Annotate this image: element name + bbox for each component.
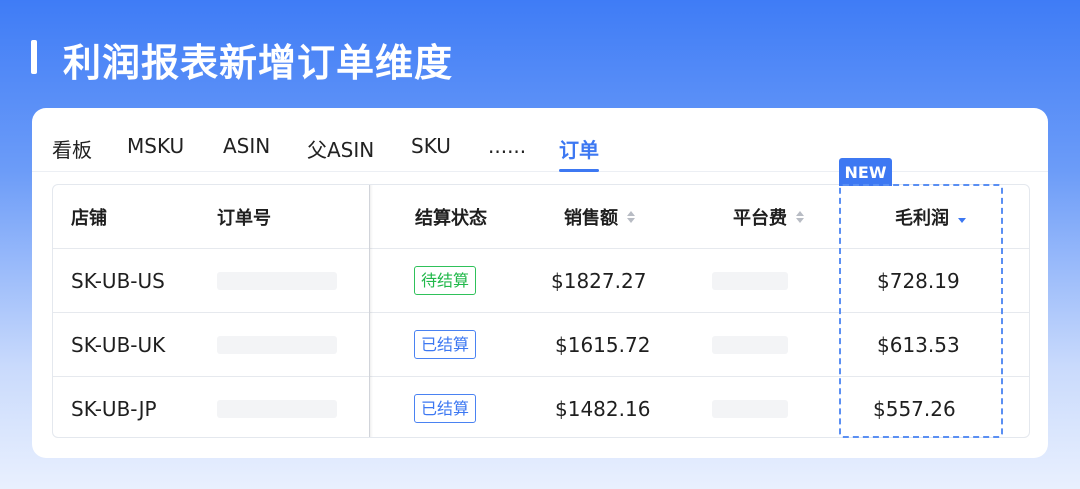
cell-order-no <box>217 249 337 312</box>
cell-order-no <box>217 377 337 437</box>
tab-parent-asin[interactable]: 父ASIN <box>307 134 374 172</box>
table-row[interactable]: SK-UB-JP 已结算 $1482.16 $557.26 <box>53 377 1029 437</box>
cell-order-no <box>217 313 337 376</box>
tab-msku[interactable]: MSKU <box>127 134 184 172</box>
tab-dashboard[interactable]: 看板 <box>52 134 92 172</box>
header-sales-label: 销售额 <box>564 207 618 229</box>
header-sales[interactable]: 销售额 <box>564 185 636 248</box>
page-title: 利润报表新增订单维度 <box>63 41 454 85</box>
order-no-placeholder <box>217 271 337 290</box>
table-row[interactable]: SK-UB-UK 已结算 $1615.72 $613.53 <box>53 313 1029 377</box>
cell-status: 已结算 <box>414 313 477 376</box>
status-badge: 待结算 <box>414 265 477 296</box>
cell-gross-profit: $613.53 <box>877 332 960 357</box>
cell-platform-fee <box>712 313 788 376</box>
header-settlement-status: 结算状态 <box>415 207 487 229</box>
table-row[interactable]: SK-UB-US 待结算 $1827.27 $728.19 <box>53 249 1029 313</box>
header-store: 店铺 <box>71 207 107 229</box>
cell-sales: $1827.27 <box>551 268 647 293</box>
cell-store: SK-UB-UK <box>71 332 166 357</box>
table-header-row: 店铺 订单号 结算状态 销售额 平台费 毛利润 <box>53 185 1029 249</box>
header-order-no: 订单号 <box>217 207 271 229</box>
tab-sku[interactable]: SKU <box>411 134 451 172</box>
platform-fee-placeholder <box>712 271 788 290</box>
header-gross-profit[interactable]: 毛利润 <box>895 185 967 248</box>
tab-order[interactable]: 订单 <box>559 134 599 172</box>
header-platform-fee-label: 平台费 <box>733 207 787 229</box>
dimension-tabs: 看板 MSKU ASIN 父ASIN SKU ...... 订单 <box>32 108 1048 172</box>
order-no-placeholder <box>217 399 337 418</box>
cell-store: SK-UB-US <box>71 268 165 293</box>
cell-status: 待结算 <box>414 249 477 312</box>
sort-desc-icon[interactable] <box>957 210 967 224</box>
header-gross-profit-label: 毛利润 <box>895 207 949 229</box>
new-badge: NEW <box>839 158 892 186</box>
title-accent-bar <box>31 40 37 74</box>
cell-platform-fee <box>712 377 788 437</box>
cell-platform-fee <box>712 249 788 312</box>
platform-fee-placeholder <box>712 335 788 354</box>
sort-icon[interactable] <box>795 210 805 224</box>
header-platform-fee[interactable]: 平台费 <box>733 185 805 248</box>
report-card: 看板 MSKU ASIN 父ASIN SKU ...... 订单 店铺 订单号 … <box>32 108 1048 458</box>
sort-icon[interactable] <box>626 210 636 224</box>
status-badge: 已结算 <box>414 329 477 360</box>
cell-sales: $1615.72 <box>555 332 651 357</box>
tab-more[interactable]: ...... <box>488 134 526 172</box>
tab-asin[interactable]: ASIN <box>223 134 270 172</box>
profit-table: 店铺 订单号 结算状态 销售额 平台费 毛利润 SK-UB-US 待结算 $18… <box>52 184 1030 438</box>
cell-status: 已结算 <box>414 377 477 437</box>
frozen-column-shadow <box>369 185 373 437</box>
status-badge: 已结算 <box>414 393 477 424</box>
cell-gross-profit: $557.26 <box>873 396 956 421</box>
cell-sales: $1482.16 <box>555 396 651 421</box>
cell-gross-profit: $728.19 <box>877 268 960 293</box>
cell-store: SK-UB-JP <box>71 396 157 421</box>
order-no-placeholder <box>217 335 337 354</box>
platform-fee-placeholder <box>712 399 788 418</box>
